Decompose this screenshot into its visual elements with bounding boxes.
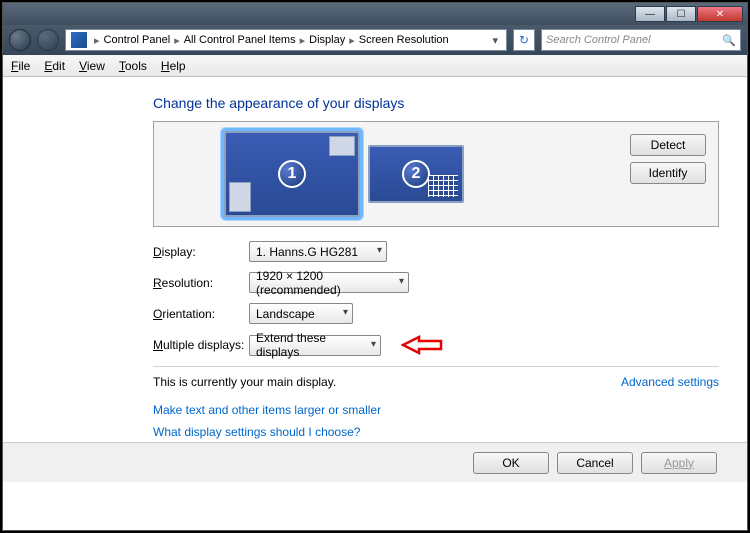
forward-button[interactable]: [37, 29, 59, 51]
menu-help[interactable]: Help: [161, 59, 186, 73]
close-button[interactable]: ✕: [697, 6, 743, 22]
display-preview[interactable]: 1 2 Detect Identify: [153, 121, 719, 227]
divider: [153, 366, 719, 367]
resolution-label: Resolution:: [153, 276, 249, 290]
multiple-displays-dropdown[interactable]: Extend these displays: [249, 335, 381, 356]
control-panel-icon: [71, 32, 87, 48]
window-icon: [329, 136, 355, 156]
grid-icon: [428, 175, 458, 197]
annotation-arrow-icon: [401, 334, 443, 356]
chevron-right-icon: ▸: [170, 34, 184, 47]
text-size-link[interactable]: Make text and other items larger or smal…: [153, 403, 719, 417]
menu-view[interactable]: View: [79, 59, 105, 73]
window: — ☐ ✕ ▸ Control Panel ▸ All Control Pane…: [2, 2, 748, 531]
display-dropdown[interactable]: 1. Hanns.G HG281: [249, 241, 387, 262]
detect-button[interactable]: Detect: [630, 134, 706, 156]
help-link[interactable]: What display settings should I choose?: [153, 425, 719, 439]
monitor-number: 2: [402, 160, 430, 188]
menu-edit[interactable]: Edit: [44, 59, 65, 73]
breadcrumb-item[interactable]: Screen Resolution: [359, 34, 449, 46]
resolution-dropdown[interactable]: 1920 × 1200 (recommended): [249, 272, 409, 293]
monitor-2[interactable]: 2: [368, 145, 464, 203]
identify-button[interactable]: Identify: [630, 162, 706, 184]
preview-buttons: Detect Identify: [630, 134, 706, 184]
titlebar: — ☐ ✕: [3, 3, 747, 25]
taskbar-icon: [229, 182, 251, 212]
refresh-button[interactable]: ↻: [513, 29, 535, 51]
page-title: Change the appearance of your displays: [153, 95, 719, 111]
apply-button[interactable]: Apply: [641, 452, 717, 474]
menubar: File Edit View Tools Help: [3, 55, 747, 77]
chevron-right-icon: ▸: [90, 34, 104, 47]
monitor-1[interactable]: 1: [224, 131, 360, 217]
apply-label: Apply: [664, 456, 694, 470]
menu-tools[interactable]: Tools: [119, 59, 147, 73]
breadcrumb-item[interactable]: Control Panel: [104, 34, 171, 46]
orientation-dropdown[interactable]: Landscape: [249, 303, 353, 324]
ok-button[interactable]: OK: [473, 452, 549, 474]
chevron-right-icon: ▸: [296, 34, 310, 47]
refresh-icon: ↻: [519, 33, 529, 47]
orientation-label: Orientation:: [153, 307, 249, 321]
back-button[interactable]: [9, 29, 31, 51]
display-label: Display:: [153, 245, 249, 259]
multiple-displays-label: Multiple displays:: [153, 338, 249, 352]
breadcrumb-item[interactable]: All Control Panel Items: [184, 34, 296, 46]
advanced-settings-link[interactable]: Advanced settings: [621, 375, 719, 389]
menu-file[interactable]: File: [11, 59, 30, 73]
search-icon: 🔍: [722, 34, 736, 47]
main-display-status: This is currently your main display.: [153, 375, 336, 389]
search-placeholder: Search Control Panel: [546, 34, 651, 46]
navbar: ▸ Control Panel ▸ All Control Panel Item…: [3, 25, 747, 55]
monitor-number: 1: [278, 160, 306, 188]
settings-form: Display: 1. Hanns.G HG281 Resolution: 19…: [153, 241, 719, 356]
breadcrumb-item[interactable]: Display: [309, 34, 345, 46]
maximize-button[interactable]: ☐: [666, 6, 696, 22]
minimize-button[interactable]: —: [635, 6, 665, 22]
chevron-right-icon: ▸: [345, 34, 359, 47]
cancel-button[interactable]: Cancel: [557, 452, 633, 474]
chevron-down-icon[interactable]: ▾: [486, 34, 504, 47]
button-bar: OK Cancel Apply: [3, 442, 747, 482]
breadcrumb[interactable]: ▸ Control Panel ▸ All Control Panel Item…: [65, 29, 507, 51]
search-input[interactable]: Search Control Panel 🔍: [541, 29, 741, 51]
